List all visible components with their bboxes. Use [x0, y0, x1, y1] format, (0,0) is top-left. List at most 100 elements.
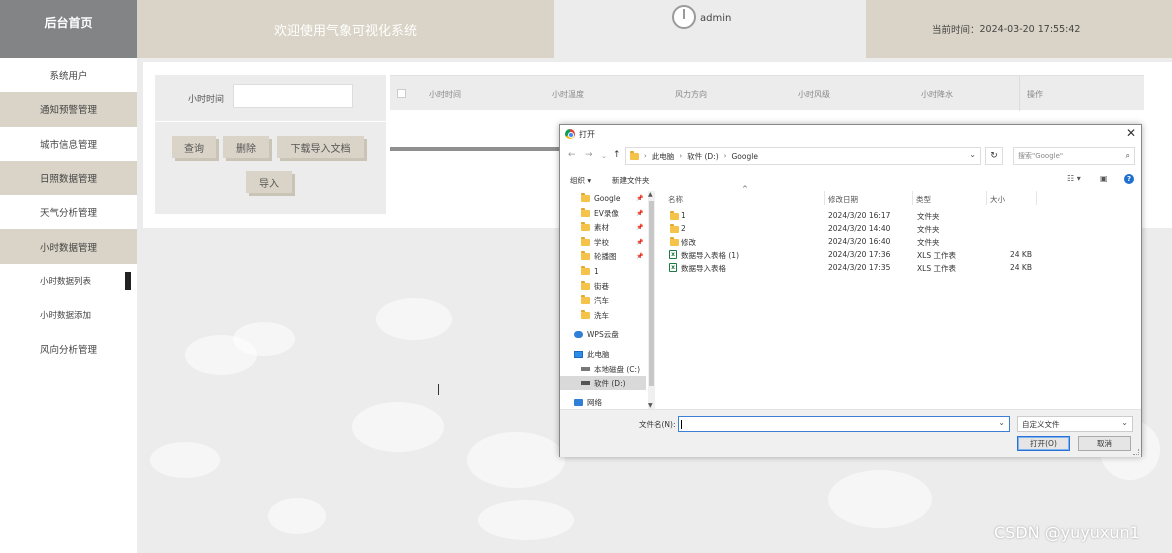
- tree-item[interactable]: 学校 📌: [560, 235, 646, 249]
- file-row[interactable]: 修改 2024/3/20 16:40 文件夹: [664, 235, 1138, 248]
- cloud-icon: [574, 330, 583, 338]
- tree-item-label: Google: [594, 193, 621, 203]
- username[interactable]: admin: [700, 13, 731, 24]
- sidebar-item-notice-warning[interactable]: 通知预警管理: [0, 92, 137, 127]
- search-label: 小时时间: [188, 95, 225, 105]
- tree-scrollbar[interactable]: ▲ ▼: [648, 191, 655, 409]
- resize-grip-icon[interactable]: [1133, 449, 1139, 455]
- tree-item[interactable]: 轮播图 📌: [560, 249, 646, 263]
- tree-item-label: 轮播图: [594, 251, 617, 261]
- column-divider: [824, 191, 825, 205]
- tree-item-network[interactable]: 网络: [560, 395, 646, 409]
- sidebar-item-label: 风向分析管理: [39, 344, 97, 356]
- tree-item[interactable]: 洗车: [560, 308, 646, 322]
- sidebar-item-label: 通知预警管理: [39, 105, 97, 117]
- sidebar-item-label: 小时数据添加: [40, 310, 92, 321]
- column-header-date[interactable]: 修改日期: [828, 194, 858, 205]
- tree-item-drive-d[interactable]: 软件 (D:): [560, 376, 646, 390]
- scroll-down-icon[interactable]: ▼: [648, 402, 653, 409]
- tree-item-wps-cloud[interactable]: WPS云盘: [560, 327, 646, 341]
- user-area: admin: [554, 0, 866, 58]
- dialog-titlebar[interactable]: 打开 ✕: [560, 125, 1141, 143]
- logo-text: 后台首页: [44, 15, 93, 30]
- preview-pane-icon[interactable]: ▣: [1100, 174, 1108, 183]
- sidebar-item-hourly-data[interactable]: 小时数据管理: [0, 229, 137, 264]
- button-label: 取消: [1097, 439, 1112, 448]
- column-header-size[interactable]: 大小: [990, 194, 1005, 205]
- tree-item-this-pc[interactable]: 此电脑: [560, 347, 646, 361]
- background-bubble: [478, 500, 574, 540]
- sidebar-item-wind-analysis[interactable]: 风向分析管理: [0, 332, 137, 366]
- breadcrumb-google[interactable]: Google: [731, 152, 757, 161]
- breadcrumb-drive-d[interactable]: 软件 (D:): [687, 151, 719, 162]
- file-row[interactable]: 1 2024/3/20 16:17 文件夹: [664, 209, 1138, 222]
- home-link[interactable]: 后台首页: [0, 0, 137, 58]
- sidebar-subitem-hourly-add[interactable]: 小时数据添加: [0, 298, 137, 332]
- forward-arrow-icon[interactable]: →: [585, 150, 593, 160]
- tree-item[interactable]: 1: [560, 264, 646, 278]
- folder-icon: [581, 265, 590, 275]
- folder-icon: [670, 224, 679, 233]
- pin-icon: 📌: [636, 252, 644, 260]
- cancel-button[interactable]: 取消: [1078, 436, 1131, 451]
- tree-item-label: 汽车: [594, 295, 609, 305]
- column-header-type[interactable]: 类型: [916, 194, 931, 205]
- breadcrumb-this-pc[interactable]: 此电脑: [652, 151, 675, 162]
- divider: [155, 121, 386, 122]
- sidebar-item-weather-analysis[interactable]: 天气分析管理: [0, 195, 137, 229]
- search-box[interactable]: 搜索"Google" ⌕: [1013, 147, 1135, 165]
- button-label: 删除: [236, 143, 256, 155]
- column-header-name[interactable]: 名称: [668, 194, 683, 205]
- tree-item[interactable]: EV录像 📌: [560, 206, 646, 220]
- sidebar-item-sunshine-data[interactable]: 日照数据管理: [0, 160, 137, 196]
- button-label: 下载导入文档: [290, 143, 351, 155]
- close-icon[interactable]: ✕: [1126, 126, 1136, 140]
- hour-time-input[interactable]: [233, 84, 353, 108]
- help-icon[interactable]: ?: [1124, 174, 1134, 184]
- address-bar[interactable]: › 此电脑 › 软件 (D:) › Google ⌄: [625, 147, 981, 165]
- sidebar-item-system-users[interactable]: 系统用户: [0, 58, 137, 92]
- file-row[interactable]: x 数据导入表格 2024/3/20 17:35 XLS 工作表 24 KB: [664, 261, 1138, 274]
- file-type: XLS 工作表: [917, 264, 956, 273]
- file-row[interactable]: 2 2024/3/20 14:40 文件夹: [664, 222, 1138, 235]
- avatar[interactable]: [672, 5, 696, 29]
- view-options-icon[interactable]: ☷ ▾: [1067, 174, 1081, 183]
- tree-item[interactable]: 汽车: [560, 293, 646, 307]
- tree-item-label: 街巷: [594, 281, 609, 291]
- import-button[interactable]: 导入: [246, 171, 292, 193]
- select-all-checkbox[interactable]: [397, 89, 406, 98]
- chevron-down-icon[interactable]: ⌄: [998, 418, 1005, 427]
- folder-icon: [581, 280, 590, 290]
- new-folder-button[interactable]: 新建文件夹: [612, 175, 650, 186]
- back-arrow-icon[interactable]: ←: [568, 150, 576, 160]
- recent-chevron-icon[interactable]: ⌄: [601, 152, 607, 160]
- file-name: 2: [681, 224, 686, 233]
- query-button[interactable]: 查询: [172, 136, 216, 158]
- scroll-up-icon[interactable]: ▲: [648, 191, 653, 198]
- filename-input[interactable]: ⌄: [678, 416, 1010, 432]
- background-bubble: [268, 498, 326, 534]
- sidebar-item-city-info[interactable]: 城市信息管理: [0, 127, 137, 161]
- delete-button[interactable]: 删除: [223, 136, 269, 158]
- file-name: 数据导入表格: [681, 264, 726, 273]
- chrome-icon: [565, 129, 575, 139]
- tree-item[interactable]: 街巷: [560, 279, 646, 293]
- tree-item[interactable]: Google 📌: [560, 191, 646, 205]
- filetype-value: 自定义文件: [1022, 419, 1060, 429]
- download-template-button[interactable]: 下载导入文档: [277, 136, 364, 158]
- file-row[interactable]: x 数据导入表格 (1) 2024/3/20 17:36 XLS 工作表 24 …: [664, 248, 1138, 261]
- tree-item[interactable]: 素材 📌: [560, 220, 646, 234]
- sidebar-subitem-hourly-list[interactable]: 小时数据列表: [0, 264, 137, 298]
- organize-menu[interactable]: 组织 ▾: [570, 175, 591, 186]
- current-time: 当前时间： 2024-03-20 17:55:42: [866, 0, 1172, 58]
- chevron-down-icon[interactable]: ⌄: [969, 150, 976, 159]
- time-value: 2024-03-20 17:55:42: [979, 23, 1081, 35]
- search-placeholder: 搜索"Google": [1018, 152, 1064, 160]
- open-button[interactable]: 打开(O): [1017, 436, 1070, 451]
- mouse-cursor-icon: [438, 384, 445, 395]
- tree-item-drive-c[interactable]: 本地磁盘 (C:): [560, 362, 646, 376]
- refresh-icon[interactable]: ↻: [985, 147, 1003, 165]
- scrollbar-thumb[interactable]: [649, 201, 654, 386]
- filetype-select[interactable]: 自定义文件 ⌄: [1017, 416, 1133, 432]
- up-arrow-icon[interactable]: ↑: [613, 150, 621, 160]
